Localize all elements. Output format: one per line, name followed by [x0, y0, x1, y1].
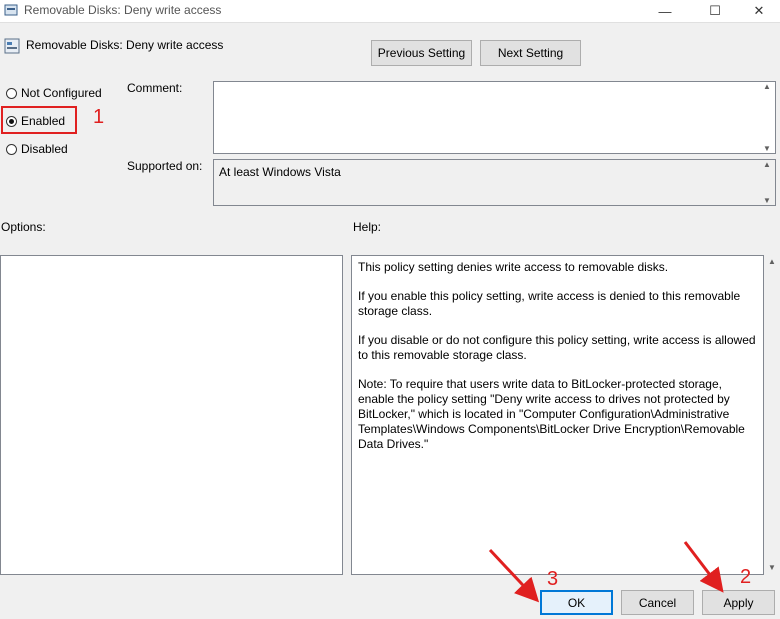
window-title: Removable Disks: Deny write access [24, 3, 222, 17]
help-label: Help: [353, 220, 382, 234]
scroll-up-icon[interactable]: ▲ [763, 160, 771, 169]
comment-label: Comment: [127, 81, 183, 95]
help-paragraph: Note: To require that users write data t… [358, 377, 745, 451]
comment-scrollbar[interactable]: ▲ ▼ [759, 82, 775, 153]
comment-field[interactable]: ▲ ▼ [213, 81, 776, 154]
supported-on-field: At least Windows Vista ▲ ▼ [213, 159, 776, 206]
scroll-down-icon[interactable]: ▼ [763, 144, 771, 153]
annotation-number-2: 2 [740, 566, 752, 588]
close-button[interactable]: ✕ [736, 0, 780, 22]
setting-title: Removable Disks: Deny write access [26, 38, 224, 52]
maximize-button[interactable]: ☐ [692, 0, 738, 22]
options-panel [0, 255, 343, 575]
radio-circle [6, 87, 17, 99]
previous-setting-button[interactable]: Previous Setting [371, 40, 472, 66]
setting-icon [4, 38, 20, 54]
annotation-arrows [488, 541, 724, 603]
scroll-up-icon[interactable]: ▲ [763, 82, 771, 91]
radio-label: Not Configured [21, 86, 102, 100]
radio-circle [6, 115, 17, 127]
minimize-button[interactable]: — [642, 0, 688, 22]
help-paragraph: If you enable this policy setting, write… [358, 289, 741, 318]
annotation-number-3: 3 [547, 568, 559, 590]
scroll-down-icon[interactable]: ▼ [763, 196, 771, 205]
supported-scrollbar[interactable]: ▲ ▼ [759, 160, 775, 205]
supported-on-value: At least Windows Vista [219, 165, 341, 179]
annotation-number-1: 1 [93, 106, 105, 128]
options-label: Options: [1, 220, 46, 234]
help-panel: This policy setting denies write access … [351, 255, 764, 575]
supported-on-label: Supported on: [127, 159, 203, 173]
arrow-to-ok [488, 548, 540, 603]
radio-disabled[interactable]: Disabled [6, 142, 68, 156]
help-paragraph: If you disable or do not configure this … [358, 333, 756, 362]
radio-enabled[interactable]: Enabled [6, 114, 65, 128]
radio-label: Disabled [21, 142, 68, 156]
next-setting-button[interactable]: Next Setting [480, 40, 581, 66]
radio-not-configured[interactable]: Not Configured [6, 86, 102, 100]
scroll-up-icon[interactable]: ▲ [768, 257, 776, 266]
arrow-to-apply [683, 541, 724, 593]
help-scrollbar[interactable]: ▲ ▼ [765, 255, 779, 575]
help-paragraph: This policy setting denies write access … [358, 260, 669, 274]
policy-icon [4, 4, 18, 16]
title-bar: Removable Disks: Deny write access — ☐ ✕ [0, 0, 780, 23]
radio-circle [6, 143, 17, 155]
radio-label: Enabled [21, 114, 66, 128]
